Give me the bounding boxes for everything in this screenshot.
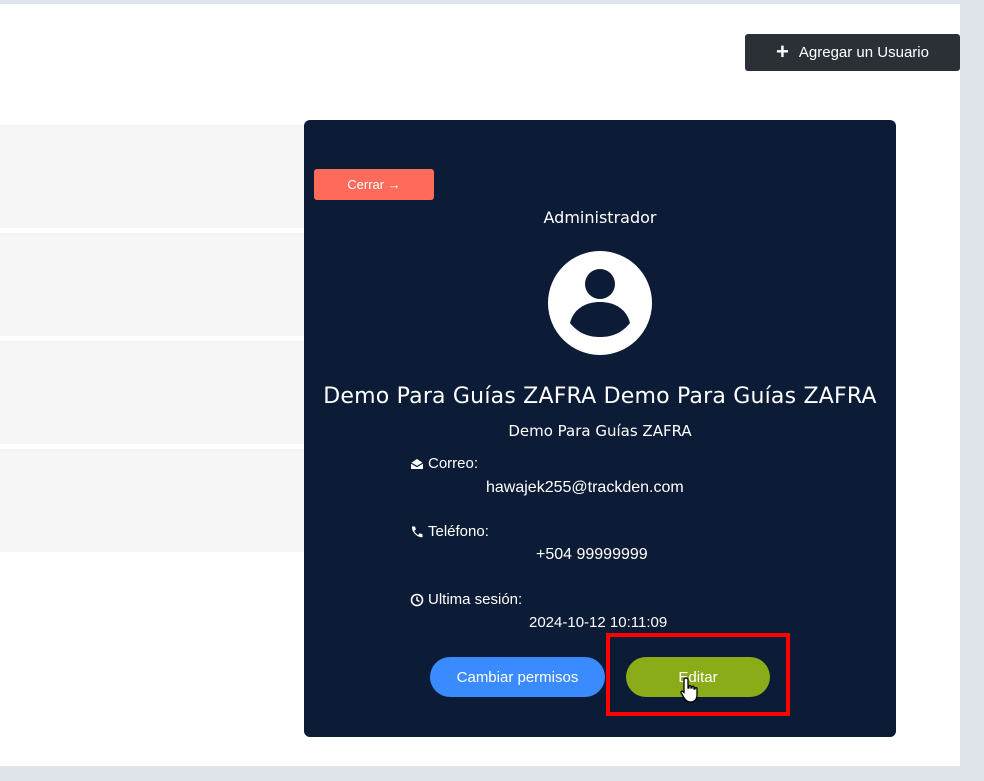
session-label: Ultima sesión: <box>410 591 522 608</box>
phone-label-text: Teléfono: <box>428 523 489 540</box>
close-button[interactable]: Cerrar → <box>314 169 434 200</box>
user-org-name: Demo Para Guías ZAFRA <box>508 422 692 440</box>
list-item[interactable] <box>0 341 330 444</box>
phone-icon <box>411 526 423 537</box>
user-detail-card: Cerrar → Administrador Demo Para Guías Z… <box>304 120 896 737</box>
list-item[interactable] <box>0 125 330 228</box>
session-value: 2024-10-12 10:11:09 <box>529 614 668 631</box>
session-label-text: Ultima sesión: <box>428 591 523 608</box>
envelope-open-icon <box>410 458 424 469</box>
list-item[interactable] <box>0 233 330 336</box>
email-value: hawajek255@trackden.com <box>486 479 684 496</box>
add-user-label: Agregar un Usuario <box>798 44 929 61</box>
email-label-text: Correo: <box>428 455 479 472</box>
list-item[interactable] <box>0 449 330 552</box>
user-full-name: Demo Para Guías ZAFRA Demo Para Guías ZA… <box>323 384 877 409</box>
plus-icon: + <box>776 38 789 64</box>
phone-value: +504 99999999 <box>536 546 648 563</box>
clock-icon <box>410 593 424 606</box>
change-permissions-button[interactable]: Cambiar permisos <box>430 657 605 697</box>
email-label: Correo: <box>410 455 478 472</box>
user-role: Administrador <box>543 208 657 227</box>
user-avatar-icon <box>548 251 652 355</box>
phone-label: Teléfono: <box>410 523 489 540</box>
add-user-button[interactable]: + Agregar un Usuario <box>745 34 960 71</box>
hand-pointer-icon <box>680 677 698 703</box>
